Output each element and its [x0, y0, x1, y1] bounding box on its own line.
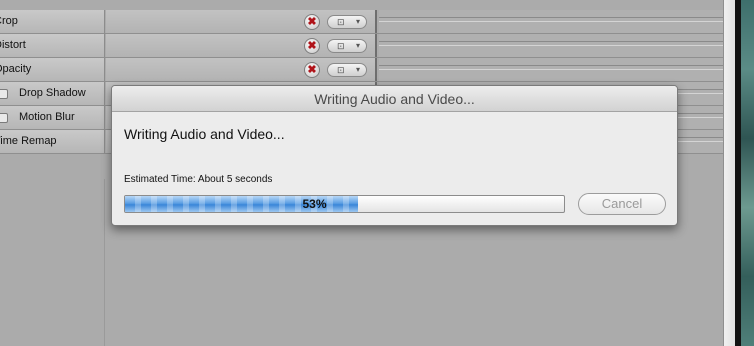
- parameter-label: Distort: [0, 39, 26, 51]
- parameter-name: Drop Shadow: [0, 82, 105, 105]
- parameter-row-crop[interactable]: Crop ✖ ⊡▾: [0, 10, 723, 34]
- reset-icon[interactable]: ✖: [304, 14, 320, 30]
- motion-blur-checkbox[interactable]: [0, 113, 8, 123]
- keyframe-menu-icon[interactable]: ⊡ ▾: [327, 39, 367, 53]
- parameter-label: Time Remap: [0, 135, 57, 147]
- parameter-name: Crop: [0, 10, 105, 33]
- keyframe-track[interactable]: [379, 34, 723, 57]
- keyframe-glyph: ⊡: [337, 41, 345, 51]
- canvas-preview: [735, 0, 754, 346]
- name-column-empty: [0, 179, 105, 346]
- progress-percent-label: 53%: [302, 197, 327, 211]
- video-frame-image: [741, 0, 754, 346]
- pane-divider[interactable]: [723, 0, 735, 346]
- parameter-name: Motion Blur: [0, 106, 105, 129]
- parameter-name: Distort: [0, 34, 105, 57]
- keyframe-menu-icon[interactable]: ⊡ ▾: [327, 63, 367, 77]
- parameter-label: Motion Blur: [19, 111, 75, 123]
- keyframe-menu-icon[interactable]: ⊡ ▾: [327, 15, 367, 29]
- estimated-time-text: Estimated Time: About 5 seconds: [124, 174, 273, 185]
- parameter-name: Opacity: [0, 58, 105, 81]
- reset-icon[interactable]: ✖: [304, 38, 320, 54]
- parameter-label: Crop: [0, 15, 18, 27]
- keyframe-track[interactable]: [379, 58, 723, 81]
- keyframe-track[interactable]: [379, 10, 723, 33]
- drop-shadow-checkbox[interactable]: [0, 89, 8, 99]
- progress-dialog: Writing Audio and Video... Writing Audio…: [111, 85, 678, 226]
- parameter-name: Time Remap: [0, 130, 105, 153]
- chevron-down-icon: ▾: [355, 65, 360, 74]
- cancel-button[interactable]: Cancel: [578, 193, 666, 215]
- keyframe-glyph: ⊡: [337, 17, 345, 27]
- parameter-label: Drop Shadow: [19, 87, 86, 99]
- chevron-down-icon: ▾: [355, 17, 360, 26]
- keyframe-glyph: ⊡: [337, 65, 345, 75]
- parameter-label: Opacity: [0, 63, 32, 75]
- parameter-row-opacity[interactable]: Opacity ✖ ⊡▾: [0, 58, 723, 82]
- dialog-title: Writing Audio and Video...: [112, 86, 677, 112]
- parameter-row-distort[interactable]: Distort ✖ ⊡▾: [0, 34, 723, 58]
- reset-icon[interactable]: ✖: [304, 62, 320, 78]
- dialog-headline: Writing Audio and Video...: [124, 126, 285, 142]
- progress-bar: 53%: [124, 195, 565, 213]
- chevron-down-icon: ▾: [355, 41, 360, 50]
